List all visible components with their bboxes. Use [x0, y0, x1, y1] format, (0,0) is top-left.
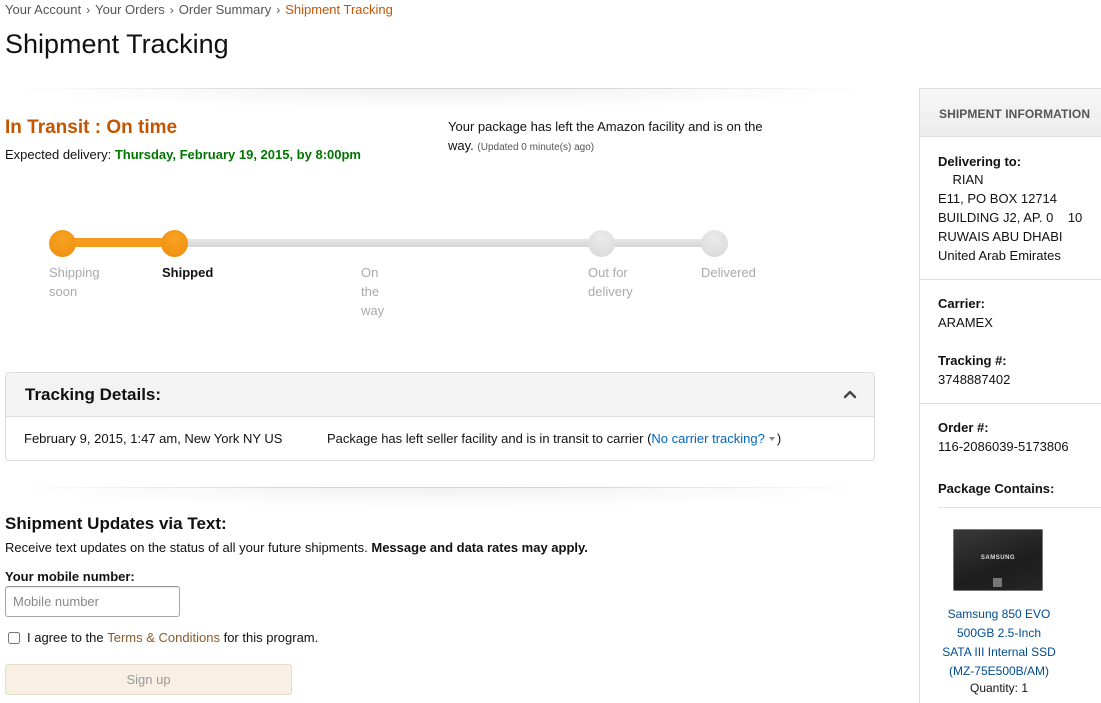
product-quantity: Quantity: 1: [969, 681, 1029, 695]
caret-down-icon: [768, 436, 775, 441]
mobile-number-label: Your mobile number:: [5, 569, 135, 584]
expected-delivery-date: Thursday, February 19, 2015, by 8:00pm: [114, 147, 361, 162]
carrier-label: Carrier:: [938, 296, 985, 311]
breadcrumb-separator: ›: [276, 3, 281, 17]
product-image[interactable]: SAMSUNG: [953, 529, 1043, 591]
progress-tracker: Shipping soon Shipped On the way Out for…: [49, 230, 756, 330]
tracking-number-label: Tracking #:: [938, 353, 1007, 368]
tracking-number-value: 3748887402: [938, 372, 1011, 387]
tracking-details-title: Tracking Details:: [25, 385, 162, 404]
address-line: RUWAIS ABU DHABI: [938, 229, 1063, 244]
status-updated-time: (Updated 0 minute(s) ago): [477, 142, 595, 153]
product-name-line: Samsung 850 EVO: [947, 607, 1051, 621]
section-divider: [5, 88, 875, 110]
tracking-event-row: February 9, 2015, 1:47 am, New York NY U…: [6, 417, 874, 460]
tracking-event-time-location: February 9, 2015, 1:47 am, New York NY U…: [24, 431, 283, 446]
step-node-shipping-soon: [49, 230, 76, 257]
product-name-line: SATA III Internal SSD: [942, 645, 1056, 659]
carrier-section: Carrier: ARAMEX Tracking #: 3748887402: [920, 280, 1101, 404]
order-number-label: Order #:: [938, 420, 989, 435]
sms-desc-text: Receive text updates on the status of al…: [5, 540, 372, 555]
step-node-out-for-delivery: [588, 230, 615, 257]
mobile-number-input[interactable]: [5, 586, 180, 617]
terms-agree-prefix: I agree to the: [27, 630, 104, 645]
breadcrumb-your-orders[interactable]: Your Orders: [95, 2, 165, 17]
sign-up-button[interactable]: Sign up: [5, 664, 292, 695]
delivering-to-section: Delivering to: RIAN E11, PO BOX 12714 BU…: [920, 137, 1101, 280]
delivering-to-label: Delivering to:: [938, 154, 1022, 169]
sms-updates-description: Receive text updates on the status of al…: [5, 540, 588, 555]
step-label-shipping-soon: Shipping soon: [49, 265, 100, 299]
step-label-delivered: Delivered: [701, 265, 756, 280]
step-label-out-for-delivery: Out for delivery: [588, 265, 633, 299]
tracking-details-header[interactable]: Tracking Details:: [6, 373, 874, 417]
order-number-value: 116-2086039-5173806: [938, 439, 1069, 454]
tracking-event-text: Package has left seller facility and is …: [327, 431, 644, 446]
breadcrumb-order-summary[interactable]: Order Summary: [179, 2, 271, 17]
tracking-event-description: Package has left seller facility and is …: [327, 431, 782, 446]
shipment-information-sidebar: SHIPMENT INFORMATION Delivering to: RIAN…: [919, 88, 1101, 703]
order-section: Order #: 116-2086039-5173806 Package Con…: [920, 404, 1101, 509]
page-title: Shipment Tracking: [5, 29, 229, 59]
package-contains-label: Package Contains:: [938, 481, 1055, 496]
tracking-details-panel: Tracking Details: February 9, 2015, 1:47…: [5, 372, 875, 461]
address-line: United Arab Emirates: [938, 248, 1061, 263]
product-image-label-chip: [993, 578, 1002, 587]
package-divider: [938, 507, 1101, 508]
address-line: E11, PO BOX 12714: [938, 191, 1057, 206]
step-node-shipped: [161, 230, 188, 257]
status-message: Your package has left the Amazon facilit…: [448, 117, 788, 157]
expected-delivery: Expected delivery: Thursday, February 19…: [5, 147, 361, 162]
address-line: BUILDING J2, AP. 0 10: [938, 210, 1083, 225]
step-node-delivered: [701, 230, 728, 257]
terms-conditions-link[interactable]: Terms & Conditions: [107, 630, 220, 645]
product-name-link[interactable]: Samsung 850 EVO 500GB 2.5-Inch SATA III …: [920, 605, 1078, 681]
expected-delivery-label: Expected delivery:: [5, 147, 115, 162]
step-label-on-the-way: On the way: [361, 265, 385, 318]
terms-agree-row: I agree to the Terms & Conditions for th…: [8, 630, 318, 645]
terms-agree-checkbox[interactable]: [8, 631, 20, 644]
no-carrier-tracking-label: No carrier tracking?: [651, 431, 765, 446]
no-carrier-tracking-link[interactable]: No carrier tracking?: [651, 431, 776, 446]
breadcrumb-your-account[interactable]: Your Account: [5, 2, 81, 17]
breadcrumb: Your Account › Your Orders › Order Summary › S…: [5, 2, 393, 17]
carrier-value: ARAMEX: [938, 315, 993, 330]
address-line: RIAN: [938, 172, 984, 187]
sidebar-header: SHIPMENT INFORMATION: [920, 89, 1101, 137]
chevron-up-icon[interactable]: [842, 386, 858, 402]
terms-agree-suffix: for this program.: [223, 630, 319, 645]
product-image-brand: SAMSUNG: [980, 555, 1016, 561]
progress-fill: [63, 238, 175, 247]
sms-updates-title: Shipment Updates via Text:: [5, 514, 227, 533]
breadcrumb-separator: ›: [169, 3, 174, 17]
breadcrumb-separator: ›: [86, 3, 91, 17]
step-label-shipped: Shipped: [162, 265, 214, 280]
product-name-line: (MZ-75E500B/AM): [948, 664, 1050, 678]
sms-desc-rates: Message and data rates may apply.: [371, 540, 588, 555]
section-divider: [5, 487, 875, 509]
breadcrumb-current: Shipment Tracking: [285, 2, 393, 17]
shipment-status-title: In Transit : On time: [5, 117, 178, 138]
product-name-line: 500GB 2.5-Inch: [956, 626, 1042, 640]
sidebar-title: SHIPMENT INFORMATION: [939, 107, 1091, 121]
